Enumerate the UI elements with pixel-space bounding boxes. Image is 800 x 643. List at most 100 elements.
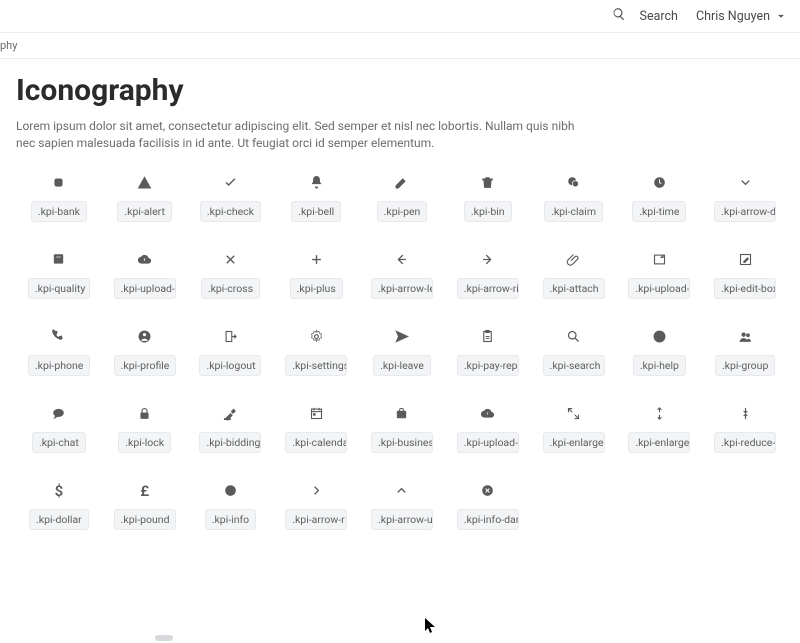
icon-cell[interactable]: .kpi-pay-report	[445, 329, 531, 376]
icon-cell[interactable]: .kpi-attach	[531, 252, 617, 299]
icon-cell[interactable]: .kpi-pen	[359, 175, 445, 222]
icon-cell[interactable]: .kpi-info-dark	[445, 483, 531, 530]
icon-cell[interactable]: .kpi-arrow-u	[359, 483, 445, 530]
svg-text:?: ?	[658, 333, 661, 341]
icon-cell[interactable]: .kpi-enlarge	[531, 406, 617, 453]
icon-cell[interactable]: .kpi-calendar	[273, 406, 359, 453]
icon-cell[interactable]: .kpi-reduce-v	[702, 406, 788, 453]
dollar-icon: $	[51, 483, 67, 499]
icon-class-label: .kpi-pound	[114, 509, 176, 530]
quality-icon	[51, 252, 67, 268]
icon-class-label: .kpi-group	[715, 355, 775, 376]
icon-class-label: .kpi-search	[543, 355, 605, 376]
chevron-right-icon	[308, 483, 324, 499]
arrow-left-icon	[394, 252, 410, 268]
plus-icon	[308, 252, 324, 268]
chevron-up-icon	[394, 483, 410, 499]
icon-cell[interactable]: .kpi-claim	[531, 175, 617, 222]
icon-cell[interactable]: .kpi-upload-window	[616, 252, 702, 299]
search-icon	[566, 329, 582, 345]
icon-cell[interactable]: .kpi-quality	[16, 252, 102, 299]
icon-cell[interactable]: .kpi-phone	[16, 329, 102, 376]
icon-class-label: .kpi-edit-box	[714, 278, 776, 299]
icon-cell[interactable]: .kpi-search	[531, 329, 617, 376]
icon-class-label: .kpi-cross	[201, 278, 260, 299]
leave-icon	[394, 329, 410, 345]
icon-cell[interactable]: .kpi-business	[359, 406, 445, 453]
alert-icon	[137, 175, 153, 191]
group-icon	[737, 329, 753, 345]
icon-class-label: .kpi-bank	[31, 201, 87, 222]
icon-cell[interactable]: .kpi-upload-cloud	[102, 252, 188, 299]
search-icon[interactable]	[612, 7, 626, 25]
icon-cell[interactable]: .kpi-arrow-down	[702, 175, 788, 222]
cloud-up-solid-icon	[480, 406, 496, 422]
icon-cell[interactable]: .kpi-logout	[188, 329, 274, 376]
cloud-up-icon	[137, 252, 153, 268]
icon-class-label: .kpi-enlarge-v	[628, 432, 690, 453]
icon-class-label: .kpi-arrow-down	[714, 201, 776, 222]
scrollbar-stub[interactable]	[155, 635, 173, 641]
bidding-icon	[222, 406, 238, 422]
icon-cell[interactable]: .kpi-bin	[445, 175, 531, 222]
icon-cell[interactable]: .kpi-edit-box	[702, 252, 788, 299]
icon-class-label: .kpi-leave	[373, 355, 431, 376]
icon-class-label: .kpi-bin	[464, 201, 512, 222]
search-label[interactable]: Search	[640, 9, 678, 24]
icon-cell[interactable]: .kpi-arrow-right	[445, 252, 531, 299]
enlarge-v-icon	[651, 406, 667, 422]
icon-cell[interactable]: .kpi-time	[616, 175, 702, 222]
icon-cell[interactable]: .kpi-group	[702, 329, 788, 376]
icon-cell[interactable]: ?.kpi-help	[616, 329, 702, 376]
icon-class-label: .kpi-claim	[544, 201, 603, 222]
icon-class-label: .kpi-reduce-v	[714, 432, 776, 453]
icon-class-label: .kpi-settings	[285, 355, 347, 376]
chevron-down-icon	[737, 175, 753, 191]
user-menu[interactable]: Chris Nguyen	[696, 9, 788, 24]
svg-text:$: $	[57, 180, 60, 187]
icon-class-label: .kpi-upload-cloud	[114, 278, 176, 299]
chevron-down-icon	[774, 9, 788, 23]
icon-cell[interactable]: .kpi-leave	[359, 329, 445, 376]
icon-cell[interactable]: .kpi-cross	[188, 252, 274, 299]
icon-cell[interactable]: .kpi-bidding	[188, 406, 274, 453]
icon-class-label: .kpi-business	[371, 432, 433, 453]
icon-class-label: .kpi-pay-report	[457, 355, 519, 376]
icon-cell[interactable]: $ .kpi-bank	[16, 175, 102, 222]
claim-icon	[566, 175, 582, 191]
icon-cell[interactable]: .kpi-arrow-r	[273, 483, 359, 530]
icon-class-label: .kpi-arrow-left	[371, 278, 433, 299]
icon-cell[interactable]: .kpi-profile	[102, 329, 188, 376]
settings-icon	[308, 329, 324, 345]
icon-cell[interactable]: $ .kpi-dollar	[16, 483, 102, 530]
icon-cell[interactable]: .kpi-chat	[16, 406, 102, 453]
icon-class-label: .kpi-check	[200, 201, 261, 222]
upload-window-icon	[651, 252, 667, 268]
pen-icon	[394, 175, 410, 191]
icon-cell[interactable]: .kpi-alert	[102, 175, 188, 222]
reduce-v-icon	[737, 406, 753, 422]
icon-cell[interactable]: .kpi-check	[188, 175, 274, 222]
icon-class-label: .kpi-pen	[377, 201, 428, 222]
icon-cell[interactable]: .kpi-bell	[273, 175, 359, 222]
icon-cell[interactable]: .kpi-enlarge-v	[616, 406, 702, 453]
profile-icon	[137, 329, 153, 345]
icon-cell[interactable]: .kpi-settings	[273, 329, 359, 376]
icon-cell[interactable]: .kpi-upload-cloud-alt	[445, 406, 531, 453]
arrow-right-icon	[480, 252, 496, 268]
pay-report-icon	[480, 329, 496, 345]
icon-class-label: .kpi-dollar	[29, 509, 89, 530]
pound-icon: £	[137, 483, 153, 499]
icon-cell[interactable]: £ .kpi-pound	[102, 483, 188, 530]
icon-class-label: .kpi-attach	[543, 278, 605, 299]
icon-class-label: .kpi-plus	[290, 278, 343, 299]
help-icon: ?	[651, 329, 667, 345]
icon-cell[interactable]: .kpi-lock	[102, 406, 188, 453]
phone-icon	[51, 329, 67, 345]
icon-cell[interactable]: .kpi-plus	[273, 252, 359, 299]
bank-icon: $	[51, 175, 67, 191]
user-name: Chris Nguyen	[696, 9, 770, 24]
icon-cell[interactable]: .kpi-arrow-left	[359, 252, 445, 299]
breadcrumb: phy	[0, 33, 800, 58]
icon-cell[interactable]: i.kpi-info	[188, 483, 274, 530]
